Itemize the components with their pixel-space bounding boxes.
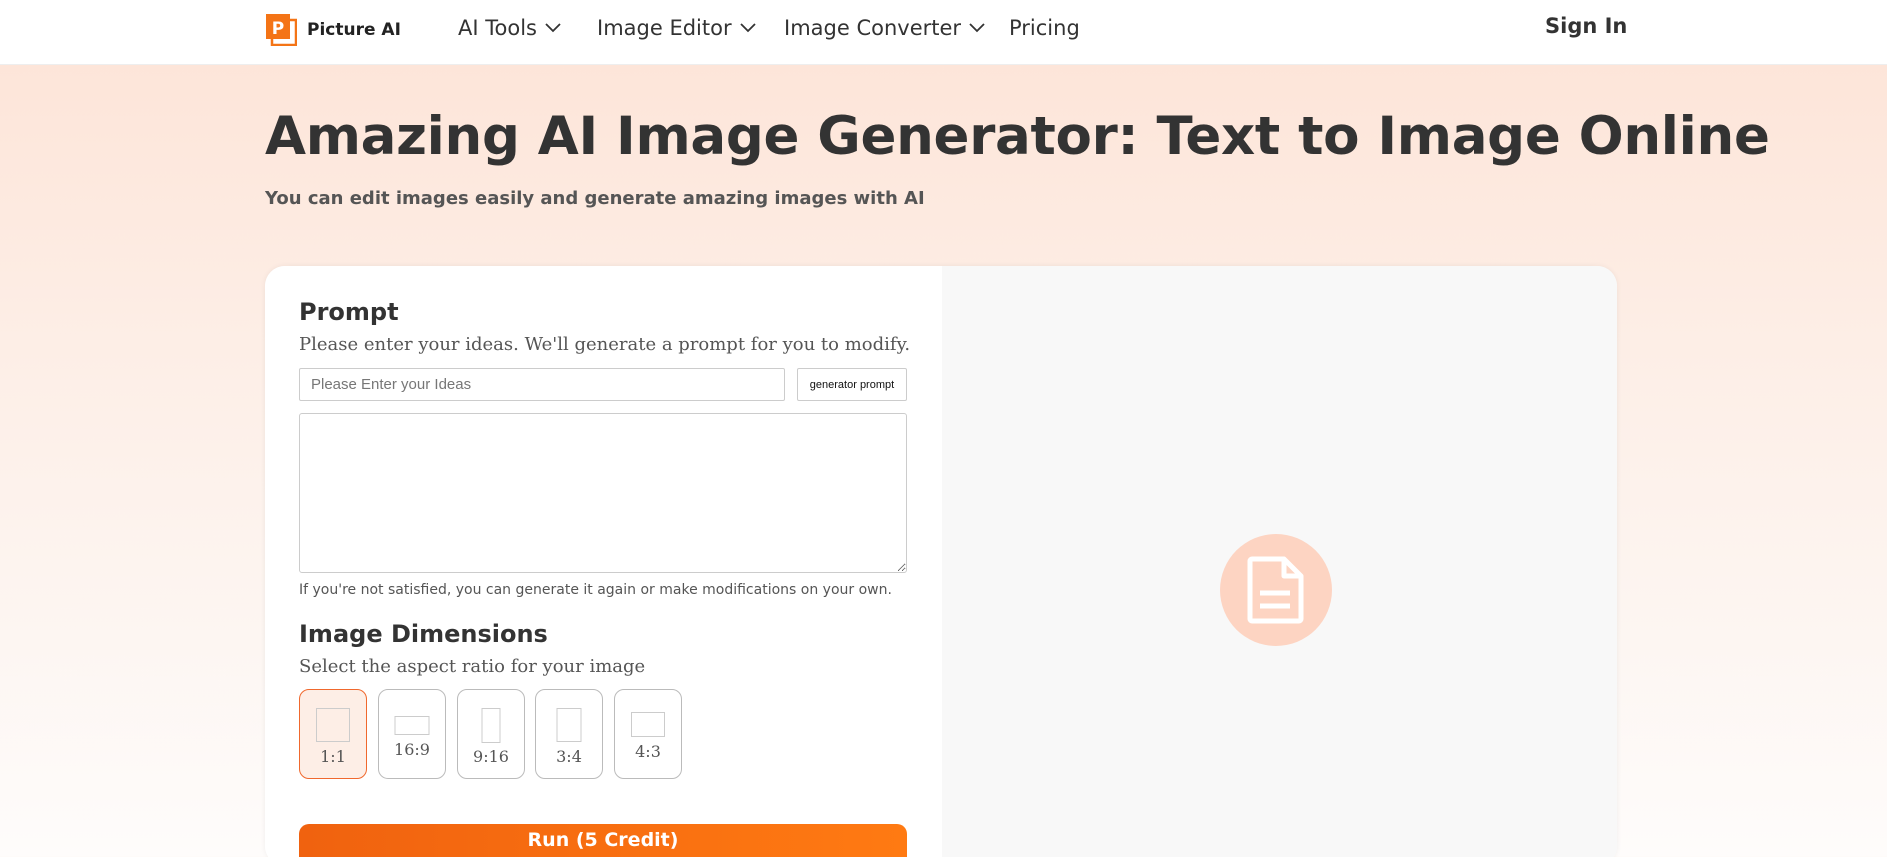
prompt-title: Prompt [299, 298, 399, 326]
chevron-down-icon [969, 23, 985, 33]
ratio-label: 9:16 [473, 747, 509, 766]
sign-in-link[interactable]: Sign In [1545, 14, 1627, 38]
nav-pricing[interactable]: Pricing [1009, 16, 1080, 40]
nav-pricing-label: Pricing [1009, 16, 1080, 40]
ratio-landscape-icon [631, 712, 665, 737]
prompt-textarea[interactable] [299, 413, 907, 573]
preview-placeholder [1220, 534, 1332, 646]
dimensions-title: Image Dimensions [299, 620, 548, 648]
nav-ai-tools[interactable]: AI Tools [458, 16, 561, 40]
generator-prompt-button[interactable]: generator prompt [797, 368, 907, 401]
ratio-option-3-4[interactable]: 3:4 [535, 689, 603, 779]
chevron-down-icon [545, 23, 561, 33]
top-navbar: P Picture AI AI Tools Image Editor Image… [0, 0, 1887, 65]
ratio-portrait-icon [556, 708, 582, 742]
ratio-label: 4:3 [635, 742, 661, 761]
prompt-hint: If you're not satisfied, you can generat… [299, 582, 892, 598]
brand-name: Picture AI [307, 19, 401, 40]
ratio-option-9-16[interactable]: 9:16 [457, 689, 525, 779]
ratio-option-4-3[interactable]: 4:3 [614, 689, 682, 779]
ratio-square-icon [316, 708, 350, 742]
picture-ai-logo-icon: P [265, 13, 298, 47]
document-icon [1247, 556, 1304, 624]
ratio-option-16-9[interactable]: 16:9 [378, 689, 446, 779]
svg-text:P: P [272, 19, 284, 39]
image-preview-panel [942, 266, 1617, 857]
page-title: Amazing AI Image Generator: Text to Imag… [265, 106, 1770, 167]
page-subtitle: You can edit images easily and generate … [265, 188, 925, 209]
dimensions-description: Select the aspect ratio for your image [299, 656, 646, 677]
ideas-input[interactable] [299, 368, 785, 401]
nav-image-editor[interactable]: Image Editor [597, 16, 756, 40]
ratio-label: 3:4 [556, 747, 582, 766]
brand-logo[interactable]: P Picture AI [265, 13, 401, 47]
ratio-option-1-1[interactable]: 1:1 [299, 689, 367, 779]
ratio-label: 1:1 [320, 747, 346, 766]
generator-card: Prompt Please enter your ideas. We'll ge… [265, 266, 1617, 857]
ratio-label: 16:9 [394, 740, 430, 759]
nav-ai-tools-label: AI Tools [458, 16, 537, 40]
settings-panel: Prompt Please enter your ideas. We'll ge… [265, 266, 942, 857]
ratio-landscape-icon [394, 716, 430, 735]
nav-image-converter[interactable]: Image Converter [784, 16, 985, 40]
chevron-down-icon [739, 23, 756, 33]
run-button[interactable]: Run (5 Credit) [299, 824, 907, 857]
ratio-portrait-icon [481, 708, 501, 743]
nav-image-converter-label: Image Converter [784, 16, 962, 40]
run-button-label: Run (5 Credit) [527, 829, 679, 851]
prompt-description: Please enter your ideas. We'll generate … [299, 334, 911, 355]
nav-image-editor-label: Image Editor [597, 16, 732, 40]
